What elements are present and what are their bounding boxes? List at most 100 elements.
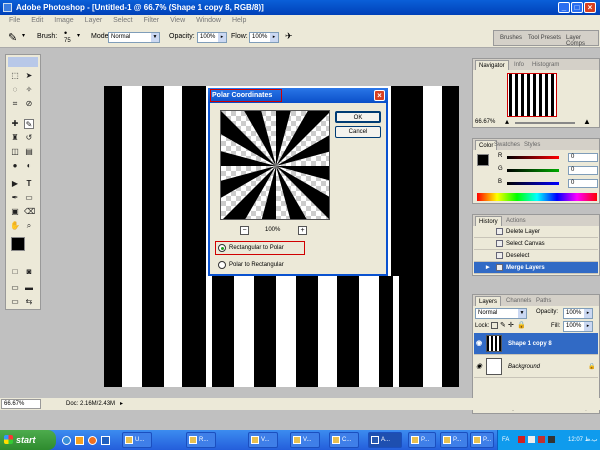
eyedropper-tool-icon[interactable]: ⌫	[24, 207, 35, 217]
taskbar-button[interactable]: P...	[440, 432, 468, 448]
tray-icon-a[interactable]	[518, 436, 525, 443]
status-zoom[interactable]: 66.67%	[1, 399, 41, 409]
tray-icon-c[interactable]	[538, 436, 545, 443]
layer-opacity-arrow-icon[interactable]: ▸	[584, 309, 592, 318]
channel-b-value[interactable]: 0	[568, 179, 598, 188]
lock-transparency-icon[interactable]	[491, 322, 498, 329]
blend-mode-dropdown-icon[interactable]: ▼	[518, 309, 526, 318]
move-tool-icon[interactable]: ➤	[24, 71, 34, 81]
pen-tool-icon[interactable]: ✒	[10, 193, 20, 203]
taskbar-button[interactable]: P...	[470, 432, 494, 448]
channel-b-slider[interactable]	[507, 182, 559, 185]
mode-dropdown-icon[interactable]: ▼	[151, 33, 159, 42]
magic-wand-tool-icon[interactable]: ✧	[24, 85, 34, 95]
menu-filter[interactable]: Filter	[144, 17, 160, 24]
standard-mode-icon[interactable]: □	[10, 267, 20, 277]
ok-button[interactable]: OK	[335, 111, 381, 123]
taskbar-button[interactable]: U...	[122, 432, 152, 448]
channel-g-value[interactable]: 0	[568, 166, 598, 175]
lock-image-icon[interactable]: ✎	[500, 321, 506, 329]
lock-all-icon[interactable]: 🔒	[517, 321, 526, 329]
menu-window[interactable]: Window	[196, 17, 221, 24]
lasso-tool-icon[interactable]: ◌	[10, 85, 20, 95]
opacity-input[interactable]: 100% ▸	[197, 32, 227, 43]
tab-histogram[interactable]: Histogram	[529, 60, 562, 70]
jump-to-imageready-icon[interactable]: ⇆	[24, 297, 34, 307]
quick-mask-icon[interactable]: ◙	[24, 267, 34, 277]
tray-icon-b[interactable]	[528, 436, 535, 443]
lock-position-icon[interactable]: ✛	[508, 321, 514, 329]
color-fg-swatch[interactable]	[477, 154, 489, 166]
path-selection-tool-icon[interactable]: ▶	[10, 179, 20, 189]
tray-icon-d[interactable]	[548, 436, 555, 443]
color-spectrum-bar[interactable]	[477, 193, 597, 201]
start-button[interactable]: start	[0, 430, 56, 450]
channel-r-slider[interactable]	[507, 156, 559, 159]
history-brush-tool-icon[interactable]: ↺	[24, 133, 34, 143]
menu-view[interactable]: View	[170, 17, 185, 24]
blur-tool-icon[interactable]: ●	[10, 161, 20, 171]
tab-info[interactable]: Info	[511, 60, 527, 70]
full-screen-icon[interactable]: ▬	[24, 283, 34, 293]
airbrush-icon[interactable]: ✈	[285, 31, 293, 42]
flow-arrow-icon[interactable]: ▸	[270, 33, 278, 42]
clone-stamp-tool-icon[interactable]: ♜	[10, 133, 20, 143]
tab-styles[interactable]: Styles	[521, 140, 543, 150]
standard-screen-icon[interactable]: ▭	[10, 283, 20, 293]
layer-row-active[interactable]: ◉ Shape 1 copy 8	[474, 333, 598, 355]
well-tab-layer-comps[interactable]: Layer Comps	[566, 35, 598, 47]
notes-tool-icon[interactable]: ▣	[10, 207, 20, 217]
rect-to-polar-label[interactable]: Rectangular to Polar	[229, 245, 284, 251]
fill-arrow-icon[interactable]: ▸	[584, 322, 592, 331]
channel-g-slider[interactable]	[507, 169, 559, 172]
well-tab-tool-presets[interactable]: Tool Presets	[528, 35, 561, 41]
menu-screen-icon[interactable]: ▭	[10, 297, 20, 307]
brush-tool-icon-selected[interactable]: ✎	[24, 119, 34, 129]
dodge-tool-icon[interactable]: ◐	[24, 161, 34, 171]
layer-row[interactable]: ◉ Background 🔒	[474, 356, 598, 378]
layer-opacity-input[interactable]: 100% ▸	[563, 308, 593, 319]
history-item[interactable]: Select Canvas	[474, 238, 598, 250]
channel-r-value[interactable]: 0	[568, 153, 598, 162]
menu-layer[interactable]: Layer	[85, 17, 103, 24]
layer-visibility-eye-icon[interactable]: ◉	[476, 356, 482, 378]
foreground-color-swatch[interactable]	[11, 237, 25, 251]
tray-language[interactable]: FA	[502, 430, 509, 450]
healing-brush-tool-icon[interactable]: ✚	[10, 119, 20, 129]
mode-select[interactable]: Normal ▼	[108, 32, 160, 43]
menu-edit[interactable]: Edit	[31, 17, 43, 24]
brush-tool-icon[interactable]: ✎	[8, 31, 17, 44]
maximize-button[interactable]: □	[571, 2, 583, 13]
cancel-button[interactable]: Cancel	[335, 126, 381, 138]
history-item[interactable]: Deselect	[474, 250, 598, 262]
history-item[interactable]: Delete Layer	[474, 226, 598, 238]
tab-history[interactable]: History	[475, 216, 502, 226]
eraser-tool-icon[interactable]: ◫	[10, 147, 20, 157]
quicklaunch-explorer-icon[interactable]	[75, 436, 84, 445]
dialog-close-icon[interactable]: ×	[374, 90, 385, 101]
tab-channels[interactable]: Channels	[503, 296, 534, 306]
layer-visibility-eye-icon[interactable]: ◉	[476, 333, 482, 355]
minimize-button[interactable]: _	[558, 2, 570, 13]
menu-image[interactable]: Image	[54, 17, 73, 24]
zoom-tool-icon[interactable]: ⌕	[24, 221, 34, 231]
taskbar-button[interactable]: V...	[248, 432, 278, 448]
zoom-out-button[interactable]: −	[240, 226, 249, 235]
menu-help[interactable]: Help	[232, 17, 246, 24]
rect-to-polar-radio[interactable]	[218, 244, 226, 252]
flow-input[interactable]: 100% ▸	[249, 32, 279, 43]
tool-preset-arrow-icon[interactable]: ▾	[22, 32, 25, 39]
history-item-active[interactable]: ▸ Merge Layers	[474, 262, 598, 274]
hand-tool-icon[interactable]: ✋	[10, 221, 20, 231]
tab-swatches[interactable]: Swatches	[491, 140, 523, 150]
tab-navigator[interactable]: Navigator	[475, 60, 509, 70]
marquee-tool-icon[interactable]: ⬚	[10, 71, 20, 81]
navigator-zoom-out-icon[interactable]: ▴	[505, 117, 509, 126]
taskbar-button-active[interactable]: A...	[368, 432, 402, 448]
shape-tool-icon[interactable]: ▭	[24, 193, 34, 203]
polar-to-rect-radio[interactable]	[218, 261, 226, 269]
slice-tool-icon[interactable]: ⊘	[24, 99, 34, 109]
tab-paths[interactable]: Paths	[533, 296, 554, 306]
quicklaunch-ie-icon[interactable]	[62, 436, 71, 445]
navigator-zoom-in-icon[interactable]: ▲	[583, 117, 591, 126]
